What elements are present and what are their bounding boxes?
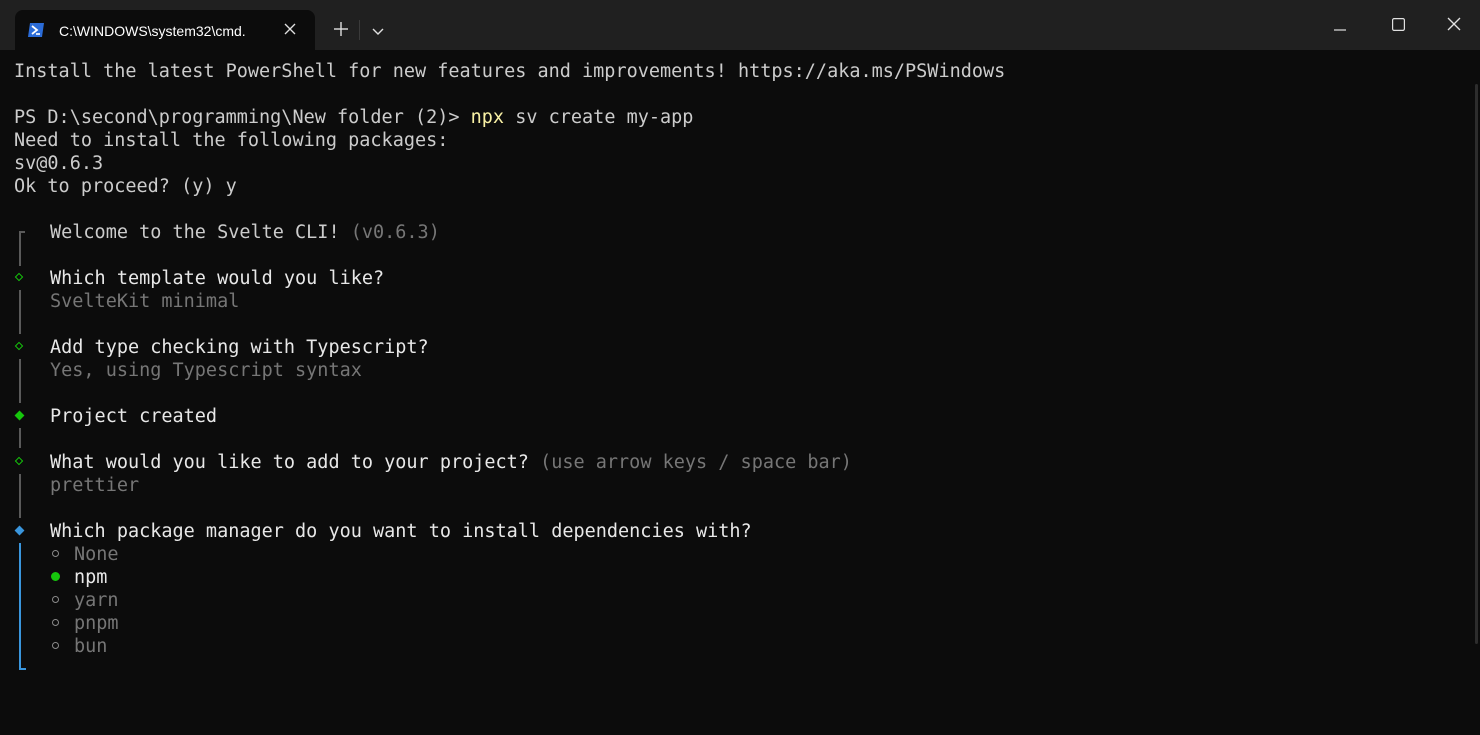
typescript-answer: Yes, using Typescript syntax [50, 360, 362, 381]
gutter-line [19, 290, 21, 334]
gutter-corner-bottom [19, 668, 26, 670]
terminal-tab[interactable]: C:\WINDOWS\system32\cmd. [15, 10, 315, 50]
new-tab-button[interactable] [324, 12, 358, 48]
radio-icon[interactable] [52, 619, 59, 626]
welcome-text: Welcome to the Svelte CLI! [50, 222, 351, 243]
package-manager-question: Which package manager do you want to ins… [50, 521, 752, 542]
addons-question: What would you like to add to your proje… [50, 452, 541, 473]
radio-icon[interactable] [52, 642, 59, 649]
scrollbar[interactable] [1475, 84, 1478, 644]
proceed-line: Ok to proceed? (y) y [14, 176, 237, 197]
project-created: Project created [50, 406, 218, 427]
maximize-icon [1391, 16, 1405, 35]
close-icon [1447, 16, 1461, 35]
radio-selected-icon[interactable] [51, 572, 60, 581]
title-bar: C:\WINDOWS\system32\cmd. [0, 0, 1480, 50]
addons-line: What would you like to add to your proje… [50, 451, 852, 474]
gutter-line [19, 474, 21, 518]
minimize-button[interactable] [1311, 0, 1369, 50]
prompt: PS D:\second\programming\New folder (2)> [14, 107, 471, 128]
powershell-banner: Install the latest PowerShell for new fe… [14, 61, 1006, 82]
install-notice: Need to install the following packages: [14, 130, 449, 151]
terminal-output[interactable] [0, 50, 1480, 735]
chevron-down-icon [372, 21, 384, 40]
package-name: sv@0.6.3 [14, 153, 104, 174]
tab-separator [359, 20, 360, 40]
template-answer: SvelteKit minimal [50, 291, 240, 312]
pm-option-npm[interactable]: npm [74, 566, 107, 589]
radio-icon[interactable] [52, 550, 59, 557]
minimize-icon [1334, 16, 1346, 35]
pm-option-pnpm[interactable]: pnpm [74, 612, 119, 635]
addons-hint: (use arrow keys / space bar) [540, 452, 852, 473]
pm-option-yarn[interactable]: yarn [74, 589, 119, 612]
tab-dropdown-button[interactable] [362, 12, 394, 48]
plus-icon [334, 21, 348, 40]
typescript-question: Add type checking with Typescript? [50, 337, 429, 358]
gutter-line-active [19, 543, 21, 670]
maximize-button[interactable] [1369, 0, 1427, 50]
gutter-line [19, 359, 21, 403]
tab-close-icon[interactable] [279, 18, 301, 40]
powershell-icon [27, 22, 45, 38]
close-window-button[interactable] [1427, 0, 1480, 50]
command-args: sv create my-app [504, 107, 694, 128]
template-question: Which template would you like? [50, 268, 385, 289]
pm-option-none[interactable]: None [74, 543, 119, 566]
command-name: npx [470, 107, 505, 128]
pm-option-bun[interactable]: bun [74, 635, 107, 658]
command-line: PS D:\second\programming\New folder (2)>… [14, 106, 693, 129]
radio-icon[interactable] [52, 596, 59, 603]
gutter-line [19, 428, 21, 448]
addons-answer: prettier [50, 475, 140, 496]
cli-version: (v0.6.3) [350, 222, 440, 243]
welcome-line: Welcome to the Svelte CLI! (v0.6.3) [50, 221, 440, 244]
gutter-line [19, 231, 21, 266]
tab-title: C:\WINDOWS\system32\cmd. [59, 23, 246, 39]
